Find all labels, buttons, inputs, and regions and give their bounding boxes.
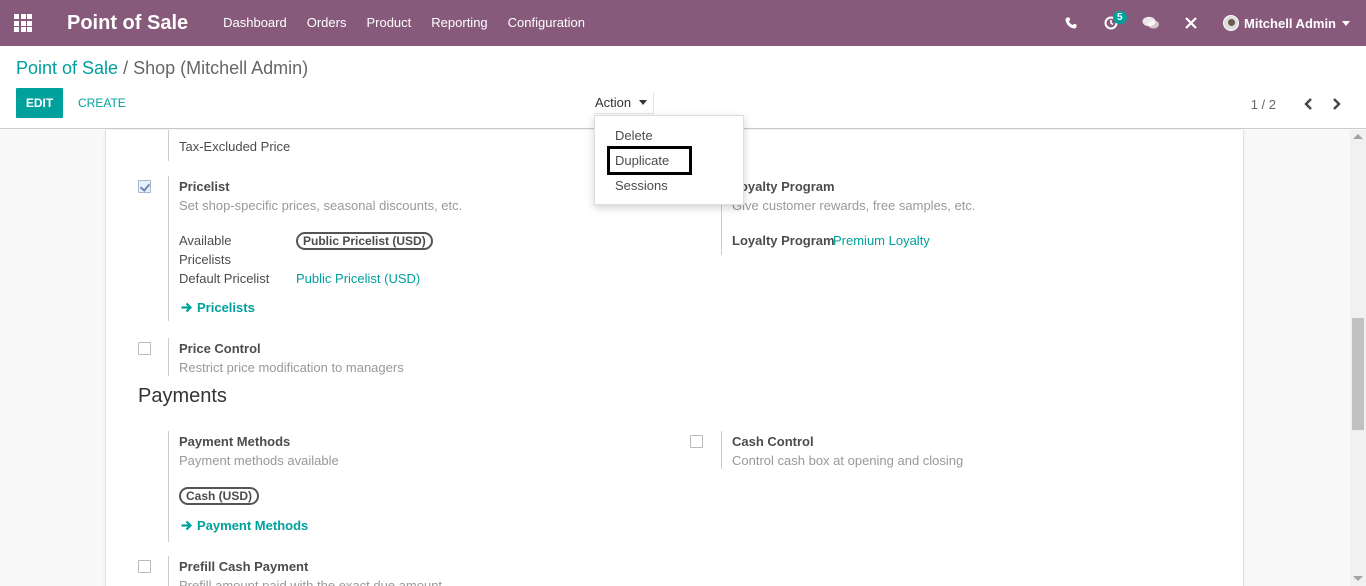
pager-value[interactable]: 1 / 2 — [1251, 97, 1276, 112]
price-control-description: Restrict price modification to managers — [179, 360, 404, 375]
pricelist-title: Pricelist — [179, 179, 230, 194]
default-pricelist-value[interactable]: Public Pricelist (USD) — [296, 271, 420, 286]
prefill-cash-title: Prefill Cash Payment — [179, 559, 309, 574]
divider — [168, 556, 169, 586]
chevron-down-icon — [1342, 20, 1350, 26]
action-label: Action — [595, 95, 632, 110]
chevron-left-icon[interactable] — [1300, 96, 1316, 112]
arrow-right-icon — [181, 302, 193, 313]
payment-methods-link[interactable]: Payment Methods — [181, 518, 308, 533]
action-dropdown-button[interactable]: Action — [594, 92, 655, 114]
cash-control-checkbox[interactable] — [690, 435, 703, 448]
loyalty-field-value[interactable]: Premium Loyalty — [833, 233, 930, 248]
pricelists-link[interactable]: Pricelists — [181, 300, 255, 315]
scrollbar-thumb[interactable] — [1352, 318, 1364, 430]
menu-configuration[interactable]: Configuration — [498, 0, 595, 46]
price-control-checkbox[interactable] — [138, 342, 151, 355]
pager: 1 / 2 — [1251, 96, 1344, 112]
activity-count-badge: 5 — [1113, 11, 1127, 24]
action-sessions[interactable]: Sessions — [615, 178, 668, 193]
avatar — [1223, 15, 1240, 31]
prefill-cash-checkbox[interactable] — [138, 560, 151, 573]
tax-excluded-price-label: Tax-Excluded Price — [179, 139, 291, 154]
duplicate-highlight-box — [607, 146, 692, 175]
pricelist-checkbox[interactable] — [138, 180, 151, 193]
menu-orders[interactable]: Orders — [297, 0, 357, 46]
top-navbar: Point of Sale Dashboard Orders Product R… — [0, 0, 1366, 46]
activity-clock-icon[interactable]: 5 — [1091, 0, 1131, 46]
prefill-cash-description: Prefill amount paid with the exact due a… — [179, 578, 443, 586]
breadcrumb-parent[interactable]: Point of Sale — [16, 58, 118, 78]
arrow-right-icon — [181, 520, 193, 531]
breadcrumb-separator: / — [123, 58, 129, 78]
pricelists-link-label: Pricelists — [197, 300, 255, 315]
available-pricelists-label-2: Pricelists — [179, 252, 232, 267]
loyalty-description: Give customer rewards, free samples, etc… — [732, 198, 976, 213]
user-menu[interactable]: Mitchell Admin — [1211, 15, 1366, 31]
payment-methods-link-label: Payment Methods — [197, 518, 309, 533]
user-name: Mitchell Admin — [1244, 15, 1336, 31]
chevron-down-icon — [639, 100, 648, 105]
action-delete[interactable]: Delete — [615, 128, 653, 143]
payment-method-tag[interactable]: Cash (USD) — [179, 487, 260, 505]
menu-dashboard[interactable]: Dashboard — [213, 0, 297, 46]
breadcrumb: Point of Sale / Shop (Mitchell Admin) — [16, 58, 308, 79]
divider — [168, 130, 169, 161]
apps-grid-icon[interactable] — [0, 0, 46, 46]
payments-section-title: Payments — [138, 385, 227, 407]
phone-icon[interactable] — [1051, 0, 1091, 46]
pricelist-description: Set shop-specific prices, seasonal disco… — [179, 198, 463, 213]
divider — [168, 176, 169, 321]
breadcrumb-current: Shop (Mitchell Admin) — [133, 58, 309, 78]
scroll-down-arrow-icon[interactable] — [1353, 576, 1363, 581]
edit-button[interactable]: EDIT — [16, 88, 63, 118]
scroll-up-arrow-icon[interactable] — [1353, 134, 1363, 139]
divider — [721, 431, 722, 469]
systray: 5 Mitchell Admin — [1051, 0, 1366, 46]
available-pricelists-label: Available — [179, 233, 232, 248]
close-x-icon[interactable] — [1171, 0, 1211, 46]
divider — [168, 431, 169, 542]
cash-control-description: Control cash box at opening and closing — [732, 453, 964, 468]
payment-methods-description: Payment methods available — [179, 453, 339, 468]
chat-icon[interactable] — [1131, 0, 1171, 46]
available-pricelist-tag[interactable]: Public Pricelist (USD) — [296, 232, 433, 250]
loyalty-field-label: Loyalty Program — [732, 233, 835, 248]
default-pricelist-label: Default Pricelist — [179, 271, 270, 286]
divider — [168, 338, 169, 376]
app-title[interactable]: Point of Sale — [67, 12, 188, 35]
payment-methods-title: Payment Methods — [179, 434, 291, 449]
loyalty-title: Loyalty Program — [732, 179, 835, 194]
menu-reporting[interactable]: Reporting — [421, 0, 497, 46]
create-button[interactable]: CREATE — [69, 88, 135, 118]
chevron-right-icon[interactable] — [1328, 96, 1344, 112]
main-menu: Dashboard Orders Product Reporting Confi… — [213, 0, 595, 46]
menu-product[interactable]: Product — [356, 0, 421, 46]
price-control-title: Price Control — [179, 341, 261, 356]
cash-control-title: Cash Control — [732, 434, 814, 449]
